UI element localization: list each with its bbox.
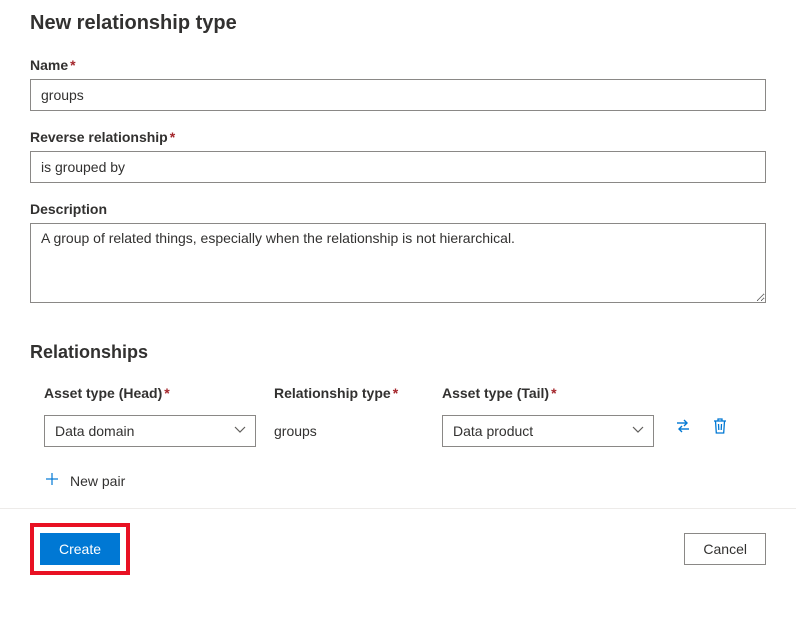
reverse-label: Reverse relationship* (30, 129, 766, 145)
head-asset-type-select[interactable]: Data domain (44, 415, 256, 447)
head-select-value: Data domain (55, 423, 134, 439)
tail-column-label: Asset type (Tail)* (442, 385, 654, 401)
tail-asset-type-select[interactable]: Data product (442, 415, 654, 447)
name-input[interactable] (30, 79, 766, 111)
new-pair-button[interactable]: New pair (44, 471, 125, 490)
chevron-down-icon (631, 423, 645, 440)
required-indicator: * (170, 129, 175, 145)
plus-icon (44, 471, 60, 490)
description-input[interactable] (30, 223, 766, 303)
required-indicator: * (551, 385, 556, 401)
footer: Create Cancel (0, 508, 796, 589)
row-actions (672, 415, 730, 440)
tail-select-value: Data product (453, 423, 533, 439)
name-field-group: Name* (30, 57, 766, 111)
reverse-field-group: Reverse relationship* (30, 129, 766, 183)
name-label-text: Name (30, 57, 68, 73)
required-indicator: * (393, 385, 398, 401)
page-title: New relationship type (30, 12, 766, 35)
relationships-section-title: Relationships (30, 342, 766, 363)
relationship-type-value: groups (274, 415, 424, 447)
type-column: Relationship type* groups (274, 385, 424, 447)
type-column-label: Relationship type* (274, 385, 424, 401)
reverse-input[interactable] (30, 151, 766, 183)
description-label-text: Description (30, 201, 107, 217)
head-column: Asset type (Head)* Data domain (44, 385, 256, 447)
swap-button[interactable] (672, 415, 694, 440)
swap-icon (674, 417, 692, 438)
trash-icon (712, 417, 728, 438)
new-pair-label: New pair (70, 473, 125, 489)
create-highlight: Create (30, 523, 130, 575)
cancel-button[interactable]: Cancel (684, 533, 766, 565)
tail-column: Asset type (Tail)* Data product (442, 385, 654, 447)
delete-button[interactable] (710, 415, 730, 440)
relationship-row: Asset type (Head)* Data domain Relations… (30, 385, 766, 447)
name-label: Name* (30, 57, 766, 73)
description-label: Description (30, 201, 766, 217)
required-indicator: * (70, 57, 75, 73)
required-indicator: * (164, 385, 169, 401)
reverse-label-text: Reverse relationship (30, 129, 168, 145)
head-column-label: Asset type (Head)* (44, 385, 256, 401)
chevron-down-icon (233, 423, 247, 440)
description-field-group: Description (30, 201, 766, 306)
create-button[interactable]: Create (40, 533, 120, 565)
